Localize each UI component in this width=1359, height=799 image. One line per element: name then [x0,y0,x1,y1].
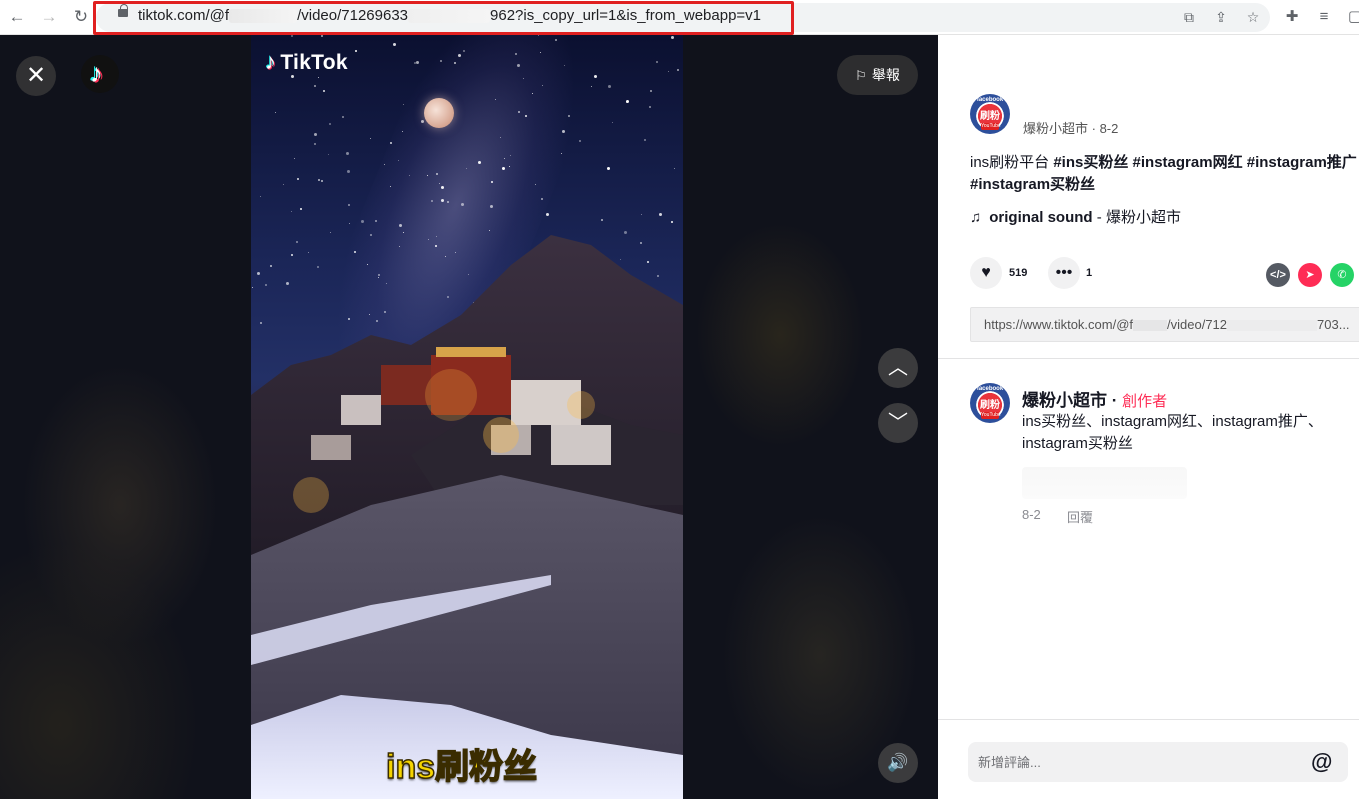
divider [938,719,1359,720]
avatar-youtube-mark: YouTube [981,123,1001,130]
report-label: 舉報 [871,67,900,83]
comment-date: 8-2 [1022,507,1041,522]
embed-code-icon[interactable]: </> [1266,263,1290,287]
url-suffix: 962?is_copy_url=1&is_from_webapp=v1 [490,7,762,24]
like-heart-icon[interactable]: ♥ [970,257,1002,289]
comment-input-box: @ [968,742,1348,782]
avatar-youtube-mark: YouTube [981,412,1001,419]
comment-bubble-icon[interactable]: ••• [1048,257,1080,289]
flag-icon: ⚐ [855,68,867,83]
link-suffix: 703... [1317,317,1350,332]
sound-author: 爆粉小超市 [1105,209,1181,226]
description-text: ins刷粉平台 [970,154,1054,171]
link-mid: /video/712 [1167,317,1228,332]
open-in-app-icon[interactable]: ⧉ [1180,8,1198,26]
avatar-facebook-mark: facebook [976,97,1004,103]
sound-link[interactable]: ♫ original sound - 爆粉小超市 [970,206,1181,227]
side-panel-icon[interactable]: ▢ [1345,7,1359,27]
share-page-icon[interactable]: ⇪ [1212,8,1230,26]
post-date: 8-2 [1099,121,1119,136]
comment-avatar[interactable]: facebook 刷粉 YouTube [970,383,1010,423]
hashtag-link[interactable]: #instagram网红 [1133,154,1243,171]
url-redaction [229,9,298,24]
like-count: 519 [1009,267,1028,279]
url-redaction [408,9,491,24]
creator-badge: 創作者 [1122,393,1168,410]
hashtag-link[interactable]: #instagram买粉丝 [970,176,1095,193]
bookmark-star-icon[interactable]: ☆ [1244,8,1262,26]
reply-button[interactable]: 回覆 [1067,507,1093,526]
mention-at-icon[interactable]: @ [1311,750,1332,774]
forward-arrow-icon[interactable]: → [38,6,60,28]
close-icon[interactable]: ✕ [16,56,56,96]
comment-text: ins买粉丝、instagram网红、instagram推广、instagram… [1022,413,1323,452]
video-stage: ✕ ♪ ♪ TikTok ins刷粉丝 ⚐ 舉報 ︿ ﹀ 🔊 [0,35,938,799]
previous-video-chevron-up-icon[interactable]: ︿ [878,348,918,388]
tiktok-logo-icon[interactable]: ♪ [81,55,119,93]
post-description: ins刷粉平台 #ins买粉丝 #instagram网红 #instagram推… [970,152,1359,196]
comment-input[interactable] [968,742,1298,782]
extensions-puzzle-icon[interactable]: ✚ [1282,7,1302,27]
report-button[interactable]: ⚐ 舉報 [837,55,918,95]
avatar-center-mark: 刷粉 [980,400,1000,411]
next-video-chevron-down-icon[interactable]: ﹀ [878,403,918,443]
tiktok-watermark: ♪ TikTok [265,49,348,75]
link-prefix: https://www.tiktok.com/@f [984,317,1134,332]
comment-author[interactable]: 爆粉小超市 · 創作者 [1022,386,1167,411]
copy-link-field[interactable]: https://www.tiktok.com/@f/video/712 703..… [970,307,1359,342]
url-mid: /video/71269633 [297,7,409,24]
watermark-text: TikTok [280,51,348,74]
music-note-icon: ♫ [970,209,982,226]
browser-toolbar: ← → ↻ tiktok.com/@f/video/71269633 962?is… [0,0,1359,35]
landscape-illustration [251,235,683,799]
whatsapp-icon[interactable]: ✆ [1330,263,1354,287]
link-redaction [1133,320,1168,332]
sound-label: original sound [989,209,1093,226]
send-to-friends-icon[interactable]: ➤ [1298,263,1322,287]
comment-redaction [1022,467,1187,499]
comment-count: 1 [1086,267,1093,279]
hashtag-link[interactable]: #ins买粉丝 [1053,154,1128,171]
video-player[interactable]: ♪ TikTok ins刷粉丝 [251,35,683,799]
volume-icon[interactable]: 🔊 [878,743,918,783]
url-prefix: tiktok.com/@f [138,7,230,24]
divider [938,358,1359,359]
lock-icon[interactable] [118,4,128,17]
details-panel: facebook 刷粉 YouTube 爆粉小超市 · 8-2 ins刷粉平台 … [938,35,1359,799]
video-caption: ins刷粉丝 [385,747,538,787]
author-name: 爆粉小超市 [1023,121,1089,136]
avatar-facebook-mark: facebook [976,386,1004,392]
link-redaction [1227,320,1318,332]
reload-icon[interactable]: ↻ [70,6,92,28]
hashtag-link[interactable]: #instagram推广 [1247,154,1357,171]
tiktok-note-icon: ♪ [265,49,277,74]
avatar-center-mark: 刷粉 [980,111,1000,122]
author-line[interactable]: 爆粉小超市 · 8-2 [1023,118,1118,137]
media-control-icon[interactable]: ≡ [1314,7,1334,27]
comment-author-name: 爆粉小超市 [1022,391,1107,410]
back-arrow-icon[interactable]: ← [6,6,28,28]
url-text[interactable]: tiktok.com/@f/video/71269633 962?is_copy_… [138,7,761,24]
author-avatar[interactable]: facebook 刷粉 YouTube [970,94,1010,134]
